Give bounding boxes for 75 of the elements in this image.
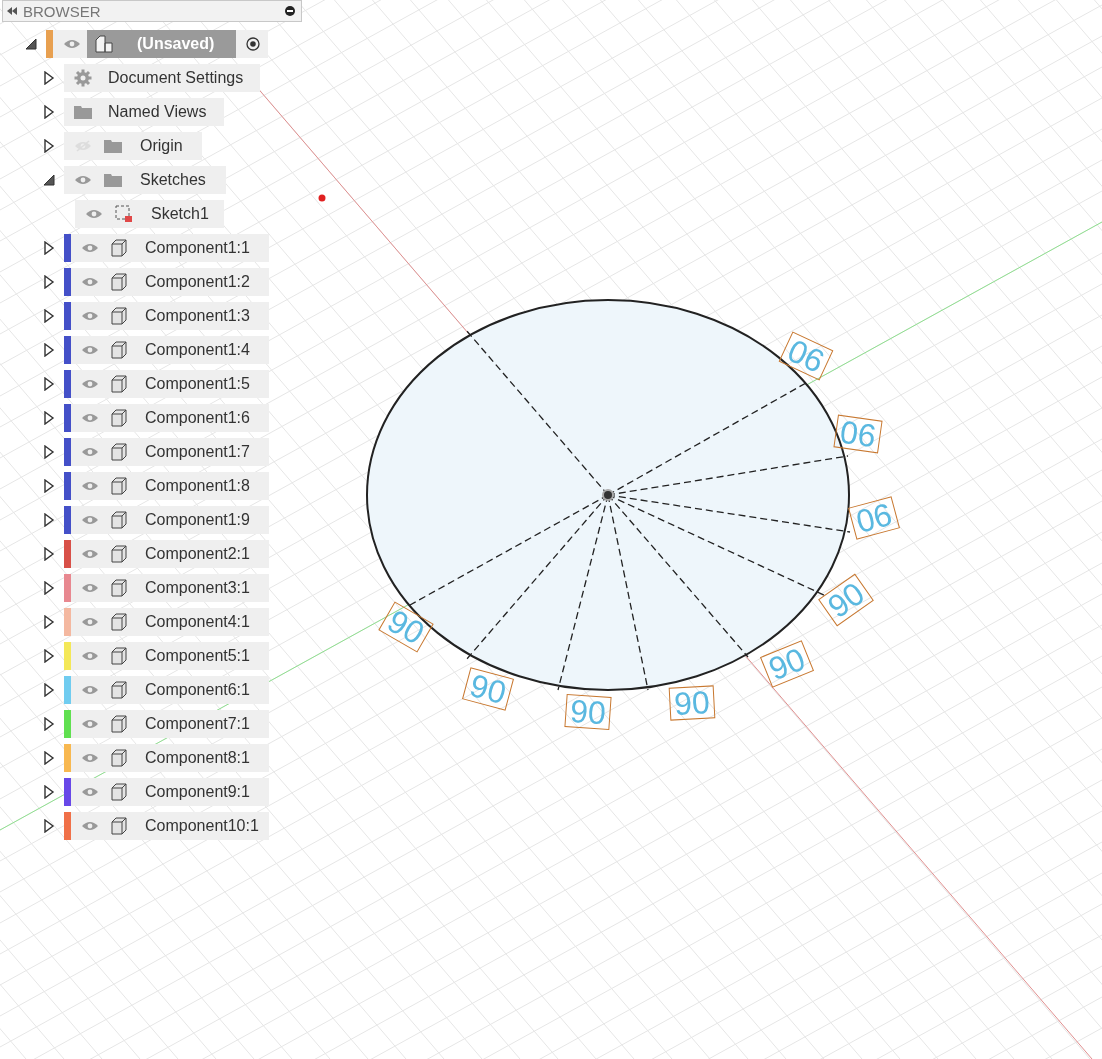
expand-triangle-icon[interactable]: [43, 649, 55, 663]
tree-item[interactable]: Component1:7: [71, 438, 269, 466]
expand-triangle-icon[interactable]: [43, 139, 55, 153]
expand-triangle-icon[interactable]: [43, 445, 55, 459]
tree-item[interactable]: Component9:1: [71, 778, 269, 806]
sketch-icon: [115, 205, 133, 223]
expand-triangle-icon[interactable]: [43, 105, 55, 119]
expand-triangle-icon[interactable]: [43, 71, 55, 85]
browser-title: BROWSER: [23, 2, 102, 20]
expand-triangle-icon[interactable]: [43, 411, 55, 425]
expand-triangle-icon[interactable]: [43, 581, 55, 595]
expand-triangle-icon[interactable]: [43, 377, 55, 391]
expand-triangle-icon[interactable]: [43, 513, 55, 527]
collapse-triangle-icon[interactable]: [43, 173, 55, 187]
component-cube-icon: [111, 239, 127, 257]
tree-item[interactable]: Component1:4: [71, 336, 269, 364]
tree-item[interactable]: Component8:1: [71, 744, 269, 772]
expand-triangle-icon[interactable]: [43, 717, 55, 731]
component-cube-icon: [111, 613, 127, 631]
component-cube-icon: [111, 715, 127, 733]
expand-triangle-icon[interactable]: [43, 241, 55, 255]
origin-point: [318, 194, 326, 202]
component-cube-icon: [111, 307, 127, 325]
expand-triangle-icon[interactable]: [43, 309, 55, 323]
component-cube-icon: [111, 579, 127, 597]
tree-item[interactable]: Component1:8: [71, 472, 269, 500]
tree-item[interactable]: Sketches: [64, 166, 226, 194]
expand-triangle-icon[interactable]: [43, 343, 55, 357]
tree-item[interactable]: Component5:1: [71, 642, 269, 670]
component-cube-icon: [111, 647, 127, 665]
component-cube-icon: [111, 341, 127, 359]
folder-icon: [104, 173, 122, 187]
assembly-icon: [95, 35, 113, 53]
tree-item[interactable]: Component1:1: [71, 234, 269, 262]
tree-item[interactable]: Named Views: [64, 98, 224, 126]
component-cube-icon: [111, 511, 127, 529]
component-cube-icon: [111, 681, 127, 699]
tree-item[interactable]: Component2:1: [71, 540, 269, 568]
expand-triangle-icon[interactable]: [43, 819, 55, 833]
expand-triangle-icon[interactable]: [43, 547, 55, 561]
gear-icon: [74, 69, 92, 87]
component-cube-icon: [111, 817, 127, 835]
component-cube-icon: [111, 409, 127, 427]
folder-icon: [104, 139, 122, 153]
expand-triangle-icon[interactable]: [43, 275, 55, 289]
minus-circle-icon[interactable]: [285, 6, 295, 16]
expand-triangle-icon[interactable]: [43, 751, 55, 765]
tree-item[interactable]: Component3:1: [71, 574, 269, 602]
tree-item[interactable]: Origin: [64, 132, 202, 160]
expand-triangle-icon[interactable]: [43, 785, 55, 799]
tree-item[interactable]: Component1:5: [71, 370, 269, 398]
expand-triangle-icon[interactable]: [43, 615, 55, 629]
collapse-triangle-icon[interactable]: [25, 37, 37, 51]
component-cube-icon: [111, 375, 127, 393]
folder-icon: [74, 105, 92, 119]
expand-triangle-icon[interactable]: [43, 479, 55, 493]
tree-item[interactable]: Component1:6: [71, 404, 269, 432]
collapse-arrows-icon[interactable]: [7, 7, 17, 15]
radio-target-icon[interactable]: [246, 37, 261, 51]
component-cube-icon: [111, 545, 127, 563]
tree-item[interactable]: Component1:3: [71, 302, 269, 330]
tree-item[interactable]: Component6:1: [71, 676, 269, 704]
component-cube-icon: [111, 273, 127, 291]
tree-item[interactable]: Component4:1: [71, 608, 269, 636]
tree-item[interactable]: Component1:2: [71, 268, 269, 296]
component-cube-icon: [111, 749, 127, 767]
tree-item[interactable]: Component1:9: [71, 506, 269, 534]
tree-item[interactable]: Component10:1: [71, 812, 269, 840]
component-cube-icon: [111, 477, 127, 495]
tree-item[interactable]: Document Settings: [64, 64, 260, 92]
expand-triangle-icon[interactable]: [43, 683, 55, 697]
tree-item[interactable]: Component7:1: [71, 710, 269, 738]
component-cube-icon: [111, 783, 127, 801]
component-cube-icon: [111, 443, 127, 461]
tree-item[interactable]: Sketch1: [75, 200, 224, 228]
